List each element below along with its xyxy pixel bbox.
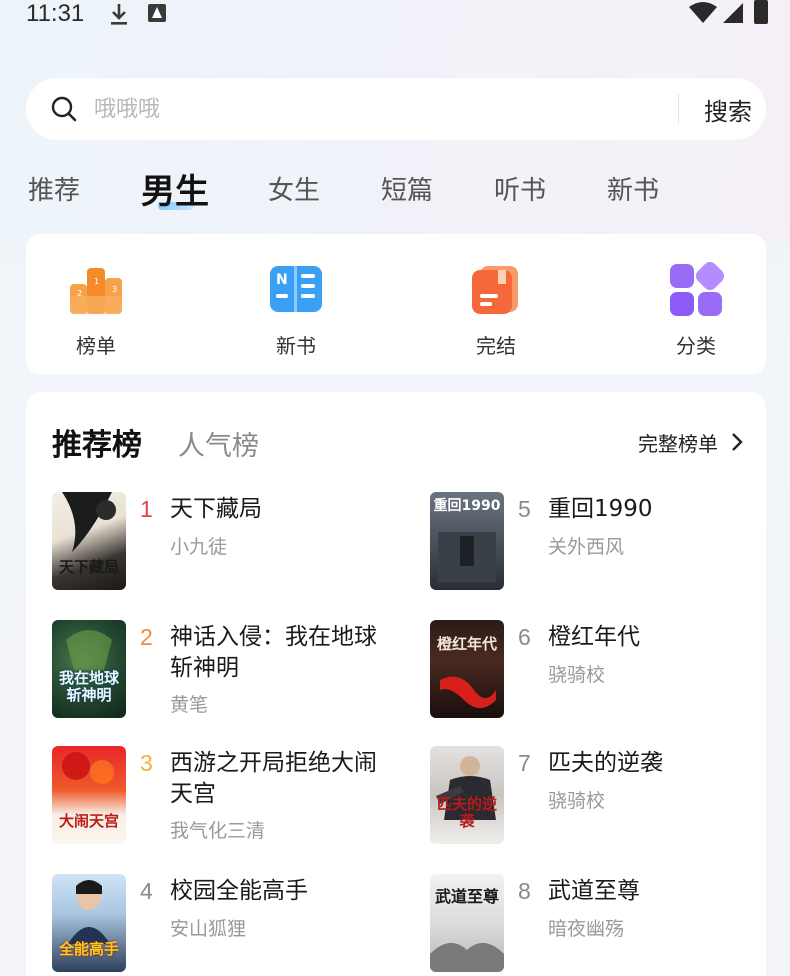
ranking-card: 推荐榜 人气榜 完整榜单 天下藏局 1 天下藏局 小九徒 我在地球斩神明 2 神… (26, 392, 766, 976)
book-title[interactable]: 西游之开局拒绝大闹天宫 (170, 748, 380, 810)
battery-icon (754, 0, 768, 24)
cover-title: 匹夫的逆袭 (436, 795, 497, 830)
book-rank: 2 (140, 624, 153, 650)
tab-male[interactable]: 男生 (141, 164, 209, 213)
quick-entry-finished-label: 完结 (476, 334, 516, 358)
search-icon[interactable] (50, 95, 78, 123)
svg-text:2: 2 (77, 289, 82, 298)
status-time: 11:31 (26, 0, 85, 27)
cover-title: 天下藏局 (58, 558, 119, 576)
tab-audiobook[interactable]: 听书 (494, 170, 546, 207)
status-bar: 11:31 (0, 0, 790, 34)
cover-title: 武道至尊 (434, 887, 499, 906)
cover-title: 大闹天宫 (58, 812, 119, 830)
book-item[interactable]: 大闹天宫 3 西游之开局拒绝大闹天宫 我气化三清 (52, 746, 392, 856)
book-author: 关外西风 (548, 536, 625, 558)
book-cover[interactable]: 全能高手 (52, 874, 126, 972)
search-divider (678, 94, 679, 124)
tab-recommend[interactable]: 推荐 (28, 170, 80, 207)
svg-text:1: 1 (94, 277, 99, 286)
book-title[interactable]: 天下藏局 (170, 494, 380, 525)
quick-entry-ranking-label: 榜单 (76, 334, 116, 358)
book-item[interactable]: 橙红年代 6 橙红年代 骁骑校 (430, 620, 770, 730)
svg-text:3: 3 (112, 285, 117, 294)
book-cover[interactable]: 匹夫的逆袭 (430, 746, 504, 844)
cover-title: 全能高手 (58, 940, 119, 958)
search-bar[interactable]: 搜索 (26, 78, 766, 140)
finished-book-icon (472, 266, 518, 314)
book-item[interactable]: 天下藏局 1 天下藏局 小九徒 (52, 492, 392, 602)
book-rank: 1 (140, 496, 153, 522)
book-title[interactable]: 重回1990 (548, 494, 758, 525)
book-author: 我气化三清 (170, 820, 266, 842)
book-cover[interactable]: 武道至尊 (430, 874, 504, 972)
tab-female[interactable]: 女生 (268, 170, 320, 207)
new-book-icon: N (270, 266, 322, 312)
book-rank: 7 (518, 750, 531, 776)
book-cover[interactable]: 天下藏局 (52, 492, 126, 590)
book-author: 安山狐狸 (170, 918, 247, 940)
book-title[interactable]: 校园全能高手 (170, 876, 380, 907)
book-title[interactable]: 橙红年代 (548, 622, 758, 653)
category-grid-icon (670, 262, 724, 316)
book-cover[interactable]: 重回1990 (430, 492, 504, 590)
search-button[interactable]: 搜索 (690, 78, 766, 140)
book-item[interactable]: 重回1990 5 重回1990 关外西风 (430, 492, 770, 602)
book-rank: 3 (140, 750, 153, 776)
book-author: 暗夜幽殇 (548, 918, 625, 940)
quick-entry-category-label: 分类 (676, 334, 716, 358)
book-author: 骁骑校 (548, 790, 606, 812)
book-item[interactable]: 我在地球斩神明 2 神话入侵：我在地球斩神明 黄笔 (52, 620, 392, 730)
download-icon (111, 4, 127, 25)
podium-icon: 1 2 3 (70, 268, 122, 314)
wifi-icon (689, 2, 717, 23)
book-author: 骁骑校 (548, 664, 606, 686)
cover-title: 我在地球斩神明 (58, 669, 119, 704)
quick-entry-ranking[interactable]: 1 2 3 榜单 (36, 234, 156, 374)
quick-entry-card: 1 2 3 榜单 N 新书 完结 分类 (26, 234, 766, 374)
book-title[interactable]: 匹夫的逆袭 (548, 748, 758, 779)
quick-entry-category[interactable]: 分类 (636, 234, 756, 374)
book-rank: 8 (518, 878, 531, 904)
tab-popular-ranking[interactable]: 人气榜 (178, 424, 259, 463)
book-cover[interactable]: 橙红年代 (430, 620, 504, 718)
full-ranking-link[interactable]: 完整榜单 (638, 428, 718, 457)
book-cover[interactable]: 我在地球斩神明 (52, 620, 126, 718)
signal-icon (723, 3, 743, 23)
cover-title: 橙红年代 (436, 635, 497, 653)
book-item[interactable]: 全能高手 4 校园全能高手 安山狐狸 (52, 874, 392, 976)
search-input[interactable] (94, 92, 654, 126)
book-cover[interactable]: 大闹天宫 (52, 746, 126, 844)
book-item[interactable]: 武道至尊 8 武道至尊 暗夜幽殇 (430, 874, 770, 976)
quick-entry-new-books[interactable]: N 新书 (236, 234, 356, 374)
book-author: 小九徒 (170, 536, 228, 558)
chevron-right-icon[interactable] (730, 432, 744, 452)
channel-tabs: 推荐 男生 女生 短篇 听书 新书 (0, 160, 790, 220)
book-author: 黄笔 (170, 694, 209, 716)
tab-short[interactable]: 短篇 (381, 170, 433, 207)
book-item[interactable]: 匹夫的逆袭 7 匹夫的逆袭 骁骑校 (430, 746, 770, 856)
book-title[interactable]: 武道至尊 (548, 876, 758, 907)
book-rank: 6 (518, 624, 531, 650)
tab-recommend-ranking[interactable]: 推荐榜 (52, 420, 142, 464)
book-rank: 4 (140, 878, 153, 904)
a-icon (148, 4, 166, 22)
book-title[interactable]: 神话入侵：我在地球斩神明 (170, 622, 380, 684)
cover-title: 重回1990 (433, 498, 501, 514)
svg-text:N: N (276, 272, 288, 288)
book-rank: 5 (518, 496, 531, 522)
quick-entry-finished[interactable]: 完结 (436, 234, 556, 374)
quick-entry-new-books-label: 新书 (276, 334, 316, 358)
tab-new-books[interactable]: 新书 (607, 170, 659, 207)
